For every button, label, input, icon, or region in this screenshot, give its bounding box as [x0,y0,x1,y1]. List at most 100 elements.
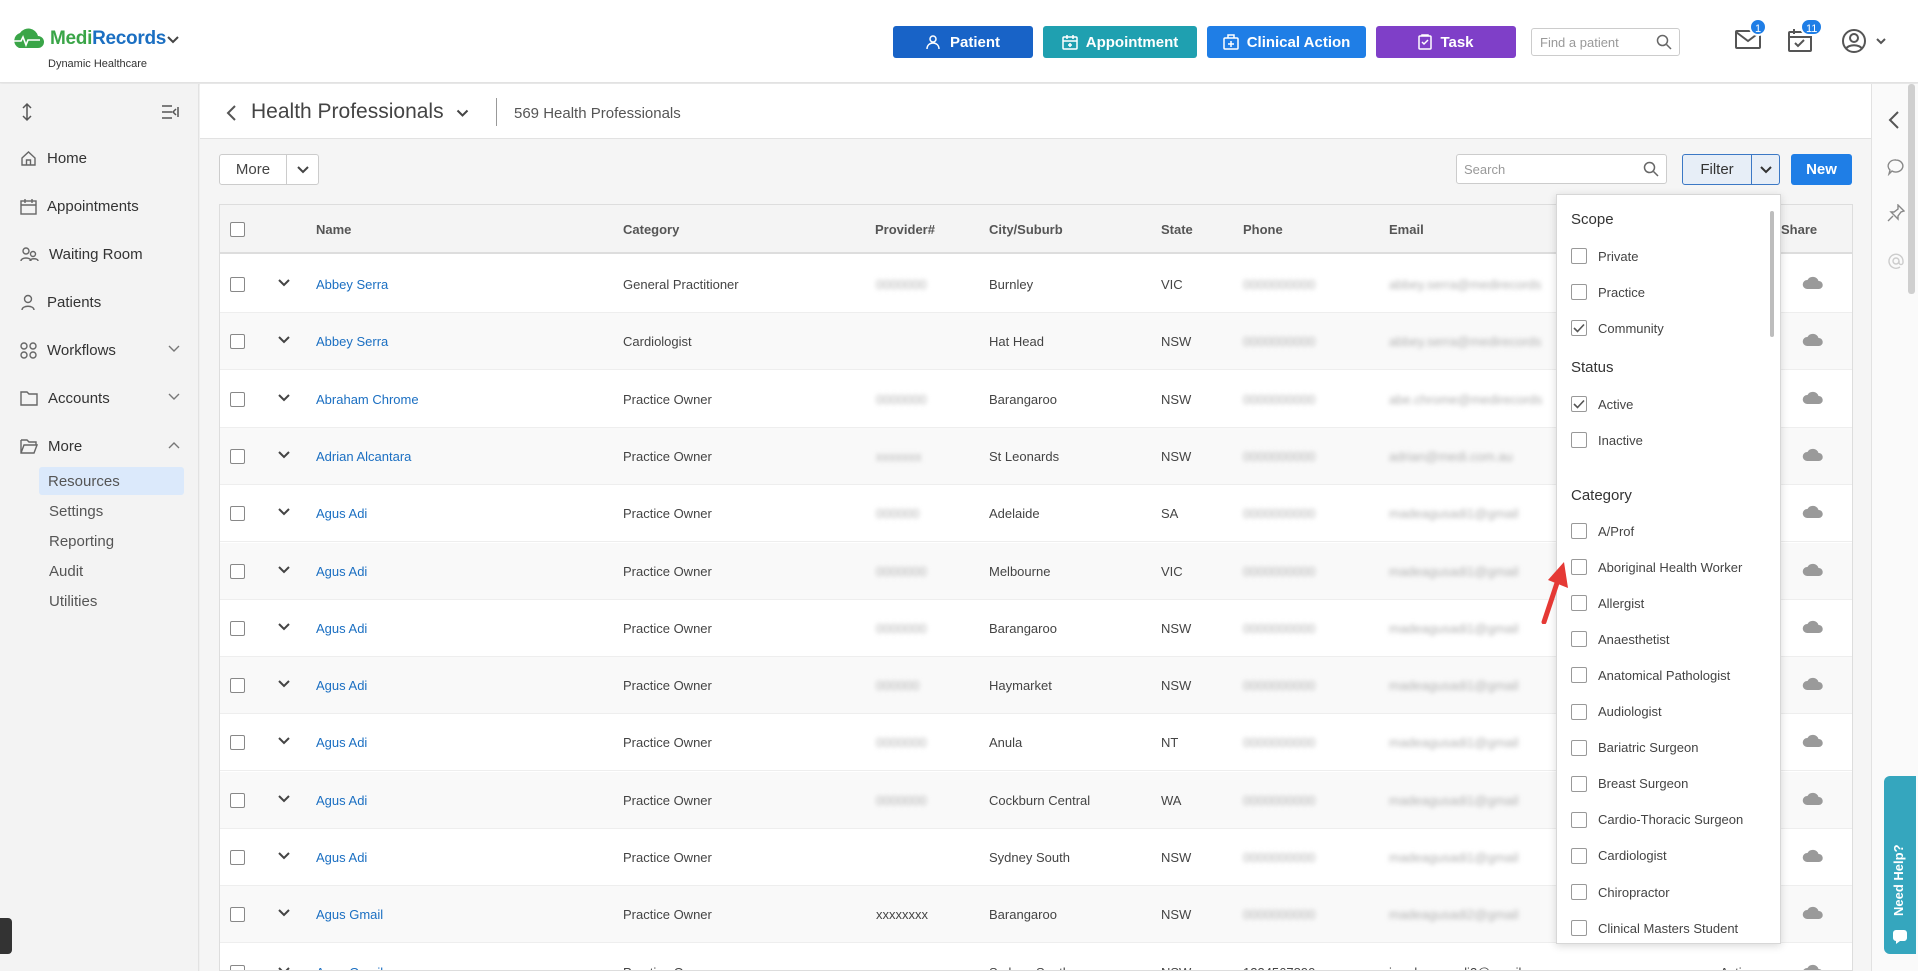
sidebar-item-more[interactable]: More [20,432,190,460]
category-option[interactable]: Audiologist [1571,703,1662,721]
name-link[interactable]: Agus Gmail [316,907,383,922]
new-appointment-button[interactable]: Appointment [1043,26,1197,58]
cloud-share-icon[interactable] [1802,620,1824,634]
search-icon[interactable] [1656,34,1672,50]
name-link[interactable]: Agus Adi [316,506,367,521]
cloud-share-icon[interactable] [1802,849,1824,863]
new-button[interactable]: New [1791,154,1852,185]
row-checkbox[interactable] [230,391,245,407]
user-menu[interactable] [1841,28,1887,54]
select-all-checkbox[interactable] [230,222,245,237]
table-row[interactable]: Agus Gmail Practice Owner Sydney South NSW 1… [220,944,1852,971]
name-link[interactable]: Agus Gmail [316,965,383,970]
expand-row-chevron-icon[interactable] [278,966,290,971]
name-link[interactable]: Agus Adi [316,621,367,636]
cloud-share-icon[interactable] [1802,391,1824,405]
filter-checkbox[interactable] [1571,523,1587,539]
category-option[interactable]: Anaesthetist [1571,630,1670,648]
cloud-share-icon[interactable] [1802,505,1824,519]
row-checkbox[interactable] [230,678,245,694]
expand-row-chevron-icon[interactable] [278,909,290,917]
sidebar-item-appointments[interactable]: Appointments [20,192,190,220]
sidebar-item-workflows[interactable]: Workflows [20,336,190,364]
new-patient-button[interactable]: Patient [893,26,1033,58]
category-option[interactable]: Clinical Masters Student [1571,919,1738,937]
column-header-share[interactable]: Share [1781,222,1817,237]
filter-checkbox[interactable] [1571,884,1587,900]
sidebar-item-patients[interactable]: Patients [20,288,190,316]
column-header-phone[interactable]: Phone [1243,222,1283,237]
name-link[interactable]: Abbey Serra [316,277,388,292]
filter-checkbox[interactable] [1571,320,1587,336]
expand-row-chevron-icon[interactable] [278,451,290,459]
page-scrollbar[interactable] [1908,84,1915,294]
name-link[interactable]: Agus Adi [316,850,367,865]
comment-icon[interactable] [1887,158,1905,176]
filter-checkbox[interactable] [1571,595,1587,612]
at-sign-icon[interactable] [1887,252,1905,270]
status-option[interactable]: Active [1571,395,1633,413]
new-clinical-action-button[interactable]: Clinical Action [1207,26,1366,58]
search-input[interactable]: Search [1456,154,1667,184]
cloud-share-icon[interactable] [1802,276,1824,290]
sidebar-subitem-resources[interactable]: Resources [39,467,184,495]
cloud-share-icon[interactable] [1802,906,1824,920]
expand-row-chevron-icon[interactable] [278,852,290,860]
filter-checkbox[interactable] [1571,559,1587,576]
column-header-state[interactable]: State [1161,222,1193,237]
filter-checkbox[interactable] [1571,248,1587,264]
filter-checkbox[interactable] [1571,739,1587,756]
new-task-button[interactable]: Task [1376,26,1516,58]
column-header-email[interactable]: Email [1389,222,1424,237]
category-option[interactable]: Aboriginal Health Worker [1571,558,1742,576]
sidebar-subitem-reporting[interactable]: Reporting [40,527,185,555]
category-option[interactable]: Breast Surgeon [1571,775,1688,793]
name-link[interactable]: Agus Adi [316,793,367,808]
more-dropdown-toggle[interactable] [287,165,318,174]
expand-row-chevron-icon[interactable] [278,565,290,574]
cloud-share-icon[interactable] [1802,964,1824,971]
chevron-down-icon[interactable] [456,109,469,118]
column-header-city[interactable]: City/Suburb [989,222,1063,237]
row-checkbox[interactable] [230,620,245,636]
cloud-share-icon[interactable] [1802,734,1824,748]
name-link[interactable]: Abbey Serra [316,334,388,349]
category-option[interactable]: Chiropractor [1571,883,1670,901]
row-checkbox[interactable] [230,506,245,522]
pin-icon[interactable] [1887,204,1905,222]
expand-row-chevron-icon[interactable] [278,279,290,287]
scope-option[interactable]: Private [1571,247,1638,265]
sidebar-subitem-utilities[interactable]: Utilities [40,587,185,615]
filter-button[interactable]: Filter [1682,154,1780,185]
back-chevron-icon[interactable] [225,104,237,122]
filter-checkbox[interactable] [1571,775,1587,792]
filter-checkbox[interactable] [1571,631,1587,648]
name-link[interactable]: Agus Adi [316,564,367,579]
scope-option[interactable]: Practice [1571,283,1645,301]
row-checkbox[interactable] [230,850,245,865]
sidebar-subitem-settings[interactable]: Settings [40,497,185,525]
search-icon[interactable] [1643,161,1659,177]
cloud-share-icon[interactable] [1802,792,1824,806]
column-header-provider[interactable]: Provider# [875,222,935,237]
row-checkbox[interactable] [230,964,245,970]
row-checkbox[interactable] [230,277,245,292]
filter-checkbox[interactable] [1571,432,1587,448]
filter-checkbox[interactable] [1571,396,1587,412]
name-link[interactable]: Adrian Alcantara [316,449,411,464]
messages-button[interactable]: 1 [1735,18,1768,50]
status-option[interactable]: Inactive [1571,431,1643,449]
name-link[interactable]: Agus Adi [316,678,367,693]
category-option[interactable]: Bariatric Surgeon [1571,739,1698,757]
expand-vertical-icon[interactable] [20,102,34,122]
expand-row-chevron-icon[interactable] [278,794,290,803]
cloud-share-icon[interactable] [1802,563,1824,577]
more-actions-button[interactable]: More [219,154,319,185]
column-header-name[interactable]: Name [316,222,351,237]
filter-checkbox[interactable] [1571,667,1587,684]
cloud-share-icon[interactable] [1802,448,1824,462]
filter-scrollbar[interactable] [1770,211,1774,337]
need-help-tab[interactable]: Need Help? [1884,776,1916,954]
expand-row-chevron-icon[interactable] [278,737,290,745]
filter-checkbox[interactable] [1571,847,1587,864]
